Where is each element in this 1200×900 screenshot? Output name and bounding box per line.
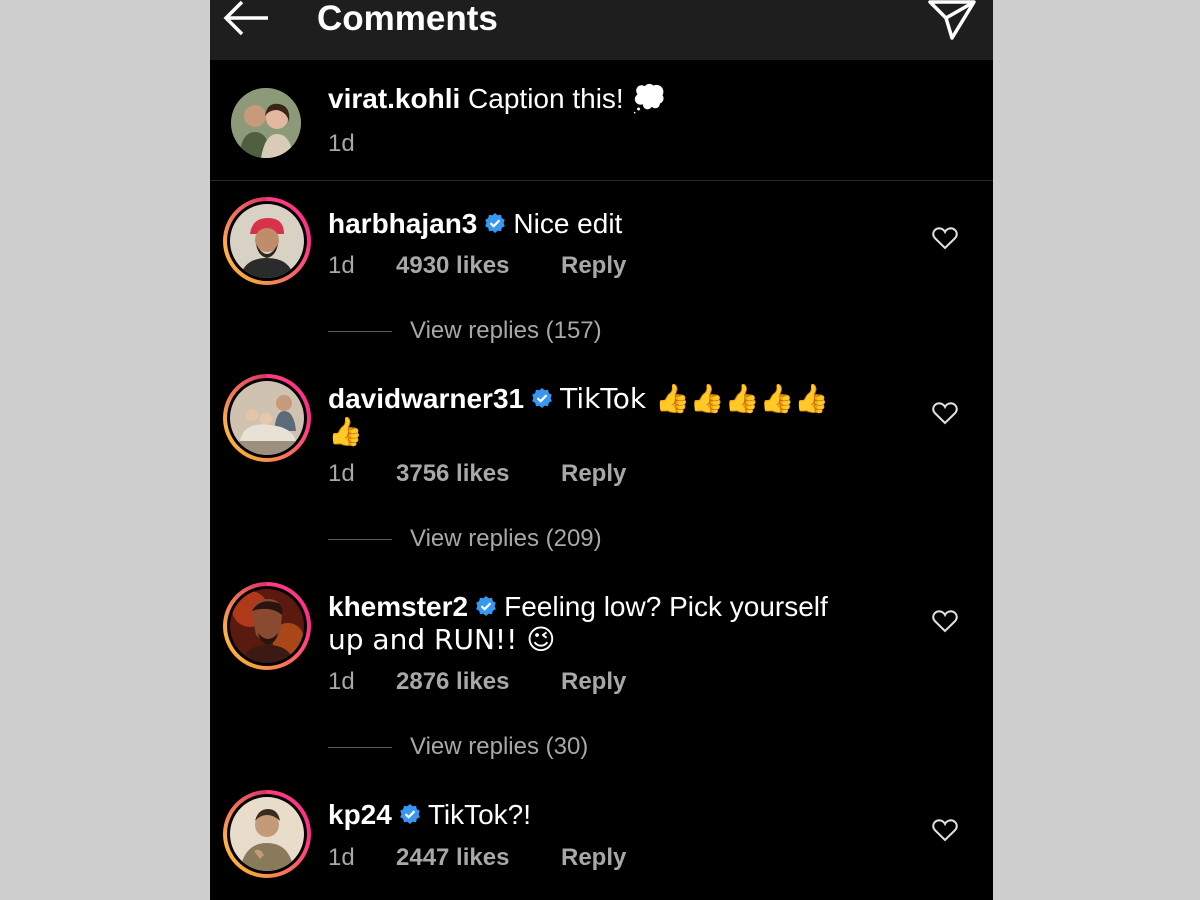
caption-text: virat.kohli Caption this! 💭 xyxy=(328,82,888,115)
story-ring[interactable] xyxy=(223,790,311,878)
comment-body: Feeling low? Pick yourself xyxy=(504,591,828,622)
avatar[interactable] xyxy=(231,88,301,158)
divider xyxy=(328,331,392,333)
like-count[interactable]: 3756 likes xyxy=(396,459,561,489)
avatar xyxy=(230,381,304,455)
like-count[interactable]: 4930 likes xyxy=(396,251,561,281)
arrow-left-icon xyxy=(223,0,268,36)
verified-badge-icon xyxy=(476,596,496,616)
view-replies-label: View replies (157) xyxy=(410,317,602,344)
caption-time: 1d xyxy=(328,130,355,157)
avatar xyxy=(230,589,304,663)
paper-plane-icon xyxy=(928,0,976,40)
view-replies-label: View replies (30) xyxy=(410,733,589,760)
like-count[interactable]: 2876 likes xyxy=(396,667,561,697)
view-replies-link[interactable]: View replies (157) xyxy=(328,316,602,346)
heart-icon[interactable] xyxy=(932,226,958,250)
verified-badge-icon xyxy=(532,388,552,408)
comment-body: TikTok 👍👍👍👍👍 xyxy=(560,382,830,415)
avatar xyxy=(230,797,304,871)
comment-body: TikTok?! xyxy=(427,799,532,830)
caption-body: Caption this! 💭 xyxy=(468,83,667,114)
divider xyxy=(328,747,392,749)
avatar-image xyxy=(230,797,304,871)
story-ring[interactable] xyxy=(223,197,311,285)
comment-username[interactable]: kp24 xyxy=(328,799,392,830)
reply-button[interactable]: Reply xyxy=(561,459,626,489)
post-caption: virat.kohli Caption this! 💭 1d xyxy=(210,62,993,181)
comment-username[interactable]: davidwarner31 xyxy=(328,383,524,414)
view-replies-link[interactable]: View replies (30) xyxy=(328,732,588,762)
send-button[interactable] xyxy=(926,0,980,42)
like-count[interactable]: 2447 likes xyxy=(396,843,561,873)
caption-username[interactable]: virat.kohli xyxy=(328,83,460,114)
heart-icon[interactable] xyxy=(932,401,958,425)
page-title: Comments xyxy=(317,0,498,38)
comment-username[interactable]: khemster2 xyxy=(328,591,468,622)
comment-meta: 1d 2447 likes Reply xyxy=(328,843,626,873)
comment-time: 1d xyxy=(328,252,355,279)
avatar-image xyxy=(230,204,304,278)
comment-text: harbhajan3 Nice edit xyxy=(328,207,888,240)
avatar-image xyxy=(230,381,304,455)
comment-meta: 1d 2876 likes Reply xyxy=(328,667,626,697)
comment-time: 1d xyxy=(328,460,355,487)
avatar-image xyxy=(231,88,301,158)
view-replies-label: View replies (209) xyxy=(410,525,602,552)
verified-badge-icon xyxy=(400,804,420,824)
comment-body-line2: 👍 xyxy=(328,415,363,448)
verified-badge-icon xyxy=(485,213,506,233)
reply-button[interactable]: Reply xyxy=(561,251,626,281)
heart-icon[interactable] xyxy=(932,818,958,842)
comment-body: Nice edit xyxy=(513,208,623,239)
caption-meta: 1d xyxy=(328,129,396,159)
comment-text: kp24 TikTok?! xyxy=(328,798,888,831)
avatar-image xyxy=(230,589,304,663)
avatar xyxy=(230,204,304,278)
divider xyxy=(328,539,392,541)
comments-screen: Comments virat.kohli Caption this! 💭 1d … xyxy=(210,0,993,900)
comment-meta: 1d 4930 likes Reply xyxy=(328,251,626,281)
comment-text: davidwarner31 TikTok 👍👍👍👍👍 👍 xyxy=(328,382,888,448)
reply-button[interactable]: Reply xyxy=(561,843,626,873)
comment-meta: 1d 3756 likes Reply xyxy=(328,459,626,489)
comment-time: 1d xyxy=(328,668,355,695)
comment-username[interactable]: harbhajan3 xyxy=(328,208,477,239)
reply-button[interactable]: Reply xyxy=(561,667,626,697)
back-button[interactable] xyxy=(222,0,272,38)
story-ring[interactable] xyxy=(223,374,311,462)
comment-text: khemster2 Feeling low? Pick yourself up an… xyxy=(328,590,888,656)
header-bar: Comments xyxy=(210,0,993,60)
comment-body-line2: up and RUN!! 😉 xyxy=(328,623,556,656)
story-ring[interactable] xyxy=(223,582,311,670)
comment-time: 1d xyxy=(328,844,355,871)
heart-icon[interactable] xyxy=(932,609,958,633)
view-replies-link[interactable]: View replies (209) xyxy=(328,524,602,554)
